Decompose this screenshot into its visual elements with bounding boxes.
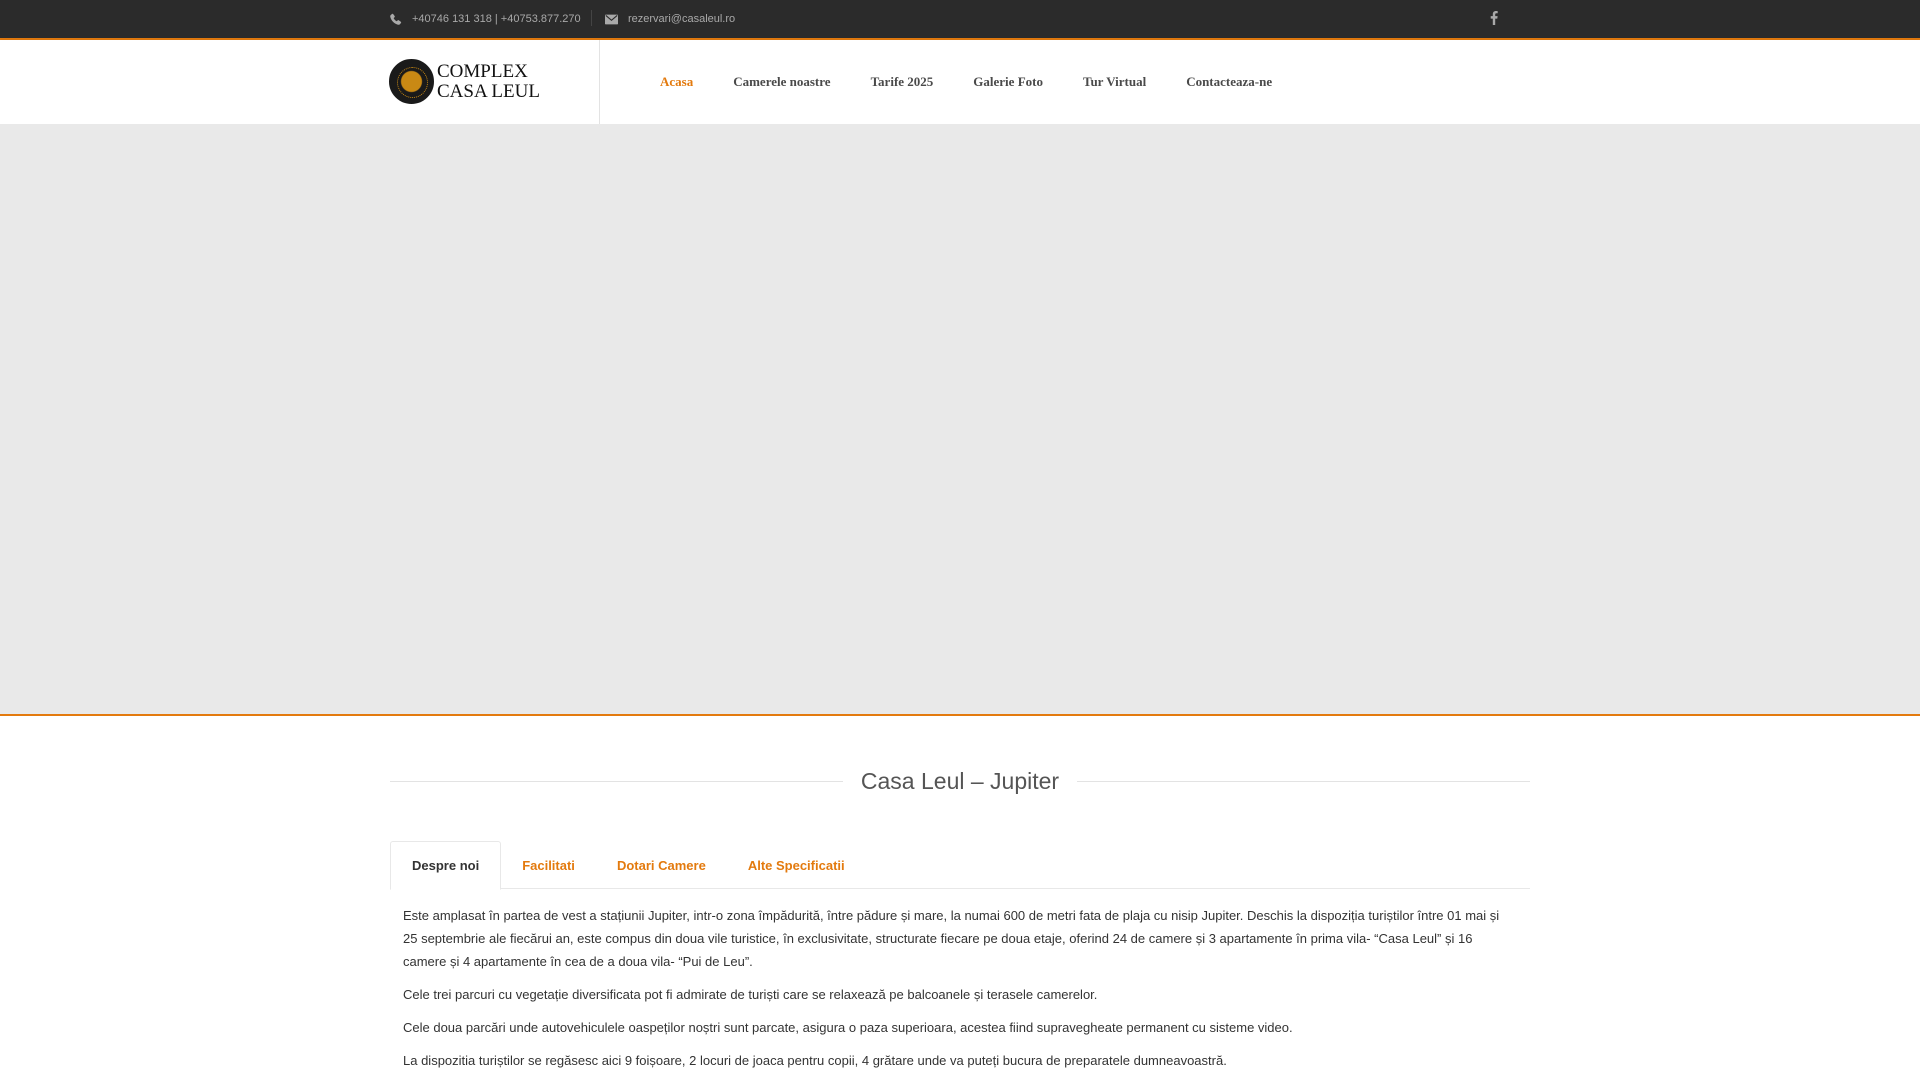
- email-text: rezervari@casaleul.ro: [628, 13, 736, 25]
- top-bar: +40746 131 318 | +40753.877.270 rezervar…: [0, 0, 1920, 40]
- logo-text: COMPLEX CASA LEUL: [437, 60, 540, 102]
- lion-emblem-icon: [389, 59, 434, 104]
- nav-item-galerie-foto[interactable]: Galerie Foto: [973, 74, 1043, 90]
- topbar-divider: [591, 10, 592, 26]
- content-paragraph: Cele doua parcări unde autovehiculele oa…: [403, 1020, 1293, 1035]
- tab-despre-noi[interactable]: Despre noi: [390, 841, 502, 890]
- hero-slider: [0, 124, 1920, 716]
- content-paragraph: Cele trei parcuri cu vegetație diversifi…: [403, 987, 1098, 1002]
- logo-line-1: COMPLEX: [437, 60, 528, 82]
- facebook-icon[interactable]: [1486, 8, 1502, 28]
- logo-line-2: CASA LEUL: [437, 80, 540, 102]
- envelope-icon: [605, 14, 618, 24]
- title-line-left: [390, 780, 843, 782]
- page-title: Casa Leul – Jupiter: [860, 767, 1060, 794]
- phone-contact[interactable]: +40746 131 318 | +40753.877.270: [389, 0, 581, 38]
- site-header: COMPLEX CASA LEUL Acasa Camerele noastre…: [0, 40, 1920, 124]
- main-nav: Acasa Camerele noastre Tarife 2025 Galer…: [660, 40, 1312, 124]
- section-title: Casa Leul – Jupiter: [390, 766, 1530, 796]
- tab-dotari-camere[interactable]: Dotari Camere: [596, 841, 727, 889]
- content-paragraph: La dispozitia turiștilor se regăsesc aic…: [403, 1053, 1227, 1068]
- tab-alte-specificatii[interactable]: Alte Specificatii: [727, 841, 866, 889]
- phone-icon: [390, 13, 402, 25]
- phone-text: +40746 131 318 | +40753.877.270: [412, 13, 581, 25]
- content-paragraph: Este amplasat în partea de vest a stațiu…: [403, 908, 1500, 969]
- nav-item-acasa[interactable]: Acasa: [660, 74, 693, 90]
- title-line-right: [1077, 780, 1530, 782]
- content-tabs: Despre noi Facilitati Dotari Camere Alte…: [390, 841, 1530, 890]
- header-divider: [599, 40, 600, 124]
- tab-facilitati[interactable]: Facilitati: [501, 841, 596, 889]
- nav-item-contacteaza-ne[interactable]: Contacteaza-ne: [1186, 74, 1272, 90]
- site-logo[interactable]: COMPLEX CASA LEUL: [389, 59, 540, 104]
- nav-item-tur-virtual[interactable]: Tur Virtual: [1083, 74, 1146, 90]
- tab-content: Este amplasat în partea de vest a stațiu…: [403, 904, 1503, 1082]
- nav-item-camerele-noastre[interactable]: Camerele noastre: [733, 74, 830, 90]
- nav-item-tarife[interactable]: Tarife 2025: [871, 74, 934, 90]
- email-contact[interactable]: rezervari@casaleul.ro: [605, 0, 735, 38]
